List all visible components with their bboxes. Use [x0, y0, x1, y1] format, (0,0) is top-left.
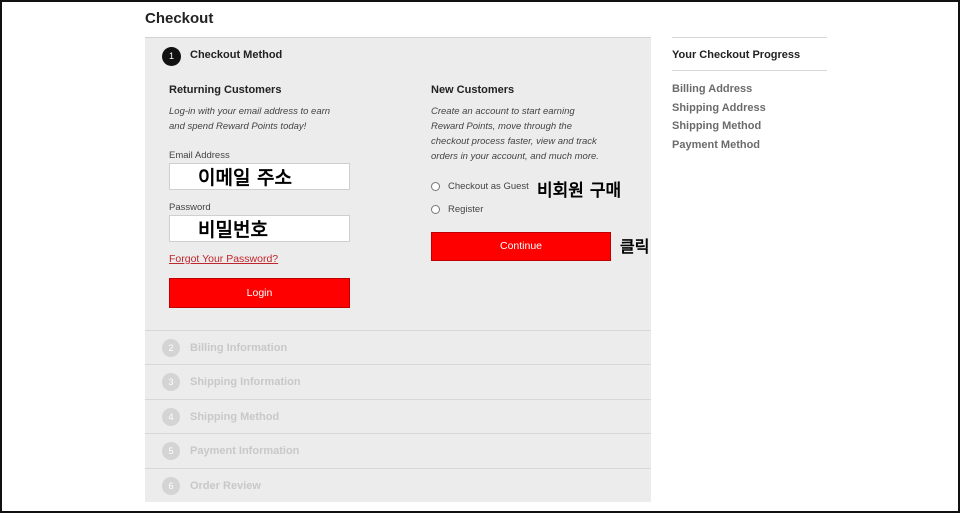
step-billing-information[interactable]: 2 Billing Information [145, 330, 651, 364]
checkout-steps-panel: 1 Checkout Method Returning Customers Lo… [145, 37, 651, 502]
step-checkout-method: 1 Checkout Method Returning Customers Lo… [145, 38, 651, 330]
step-shipping-method[interactable]: 4 Shipping Method [145, 399, 651, 433]
password-field[interactable] [169, 215, 350, 242]
step-number-badge: 5 [162, 442, 180, 460]
step-label: Order Review [190, 480, 261, 492]
step-number-badge: 6 [162, 477, 180, 495]
new-customers-heading: New Customers [431, 84, 515, 96]
checkout-progress-sidebar: Your Checkout Progress Billing Address S… [672, 37, 827, 157]
step-number-badge: 2 [162, 339, 180, 357]
step-number-badge: 4 [162, 408, 180, 426]
register-radio-label: Register [448, 204, 484, 215]
step-number-badge: 3 [162, 373, 180, 391]
step-order-review[interactable]: 6 Order Review [145, 468, 651, 502]
register-radio[interactable] [431, 205, 440, 214]
checkout-progress-title: Your Checkout Progress [672, 49, 801, 61]
new-customers-desc-line-3: checkout process faster, view and track [431, 136, 597, 147]
step-payment-information[interactable]: 5 Payment Information [145, 433, 651, 467]
step-shipping-information[interactable]: 3 Shipping Information [145, 364, 651, 398]
annotation-guest-purchase: 비회원 구매 [537, 181, 622, 201]
login-button[interactable]: Login [169, 278, 350, 308]
register-option[interactable]: Register [431, 204, 483, 215]
progress-item-shipping-method: Shipping Method [672, 120, 762, 132]
checkout-as-guest-option[interactable]: Checkout as Guest [431, 181, 529, 192]
step-label: Shipping Information [190, 376, 301, 388]
guest-radio-label: Checkout as Guest [448, 181, 529, 192]
step-number-badge: 1 [162, 47, 181, 66]
forgot-password-link[interactable]: Forgot Your Password? [169, 253, 278, 265]
new-customers-desc-line-2: Reward Points, move through the [431, 121, 572, 132]
step-title: Checkout Method [190, 49, 283, 61]
step-label: Shipping Method [190, 411, 280, 423]
step-label: Billing Information [190, 342, 288, 354]
guest-radio[interactable] [431, 182, 440, 191]
password-label: Password [169, 202, 211, 213]
progress-item-billing-address: Billing Address [672, 83, 753, 95]
step-label: Payment Information [190, 445, 300, 457]
returning-customers-heading: Returning Customers [169, 84, 282, 96]
new-customers-desc-line-4: orders in your account, and much more. [431, 151, 599, 162]
checkout-progress-list: Billing Address Shipping Address Shippin… [672, 83, 827, 157]
email-field[interactable] [169, 163, 350, 190]
continue-button[interactable]: Continue [431, 232, 611, 261]
progress-item-shipping-address: Shipping Address [672, 101, 766, 114]
returning-customers-desc-line-1: Log-in with your email address to earn [169, 106, 331, 117]
annotation-click: 클릭 [620, 237, 650, 256]
page-title: Checkout [145, 10, 214, 27]
progress-item-payment-method: Payment Method [672, 138, 761, 151]
returning-customers-desc-line-2: and spend Reward Points today! [169, 121, 307, 132]
new-customers-desc-line-1: Create an account to start earning [431, 106, 575, 117]
email-label: Email Address [169, 150, 230, 161]
sidebar-divider [672, 70, 827, 71]
